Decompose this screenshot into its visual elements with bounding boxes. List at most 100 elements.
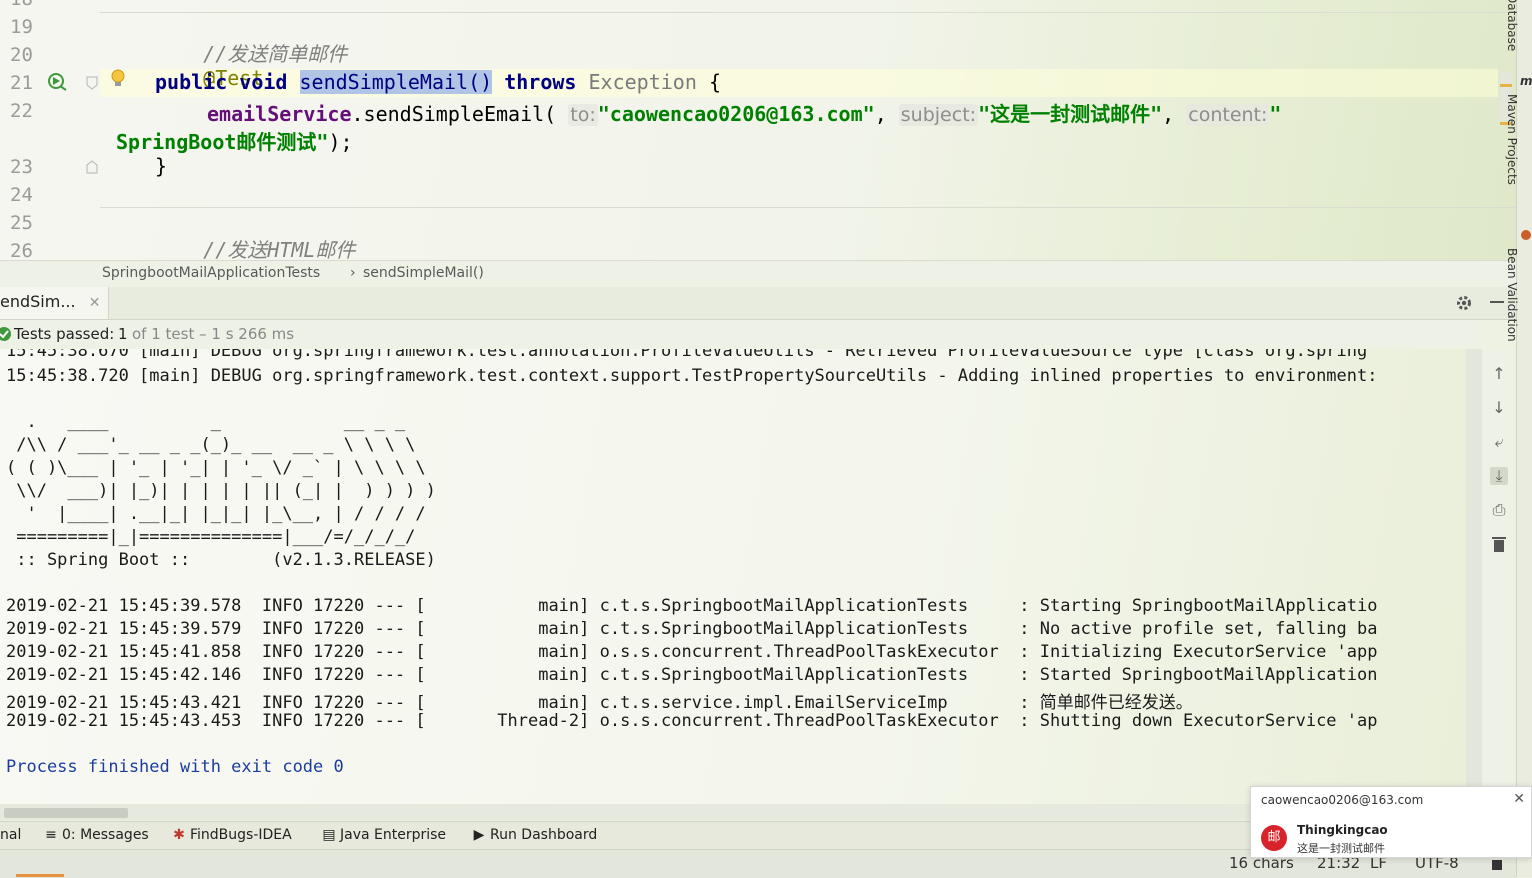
run-test-icon[interactable]: [47, 72, 69, 94]
maven-icon: m: [1520, 74, 1532, 88]
trash-icon[interactable]: [1490, 535, 1508, 553]
console-line: 2019-02-21 15:45:43.453 INFO 17220 --- […: [6, 711, 1378, 731]
code-line-23: }: [155, 154, 167, 178]
code-call: .sendSimpleEmail(: [351, 102, 557, 126]
code-call-end: );: [328, 130, 353, 154]
console-line: 2019-02-21 15:45:43.421 INFO 17220 --- […: [6, 693, 1193, 713]
breadcrumb: SpringbootMailApplicationTests › sendSim…: [0, 260, 1532, 287]
scrollbar-thumb[interactable]: [4, 808, 128, 818]
line-number: 18: [10, 0, 40, 10]
line-number: 21: [10, 72, 33, 94]
code-string: ": [1269, 102, 1282, 126]
java-enterprise-icon: ▤: [322, 827, 336, 843]
param-hint: subject:: [898, 104, 979, 126]
tab-terminal[interactable]: nal: [0, 827, 21, 843]
play-icon: ▶: [473, 827, 485, 843]
minimize-icon[interactable]: [1490, 301, 1504, 303]
console-line: 2019-02-21 15:45:39.578 INFO 17220 --- […: [6, 596, 1378, 616]
code-brace: {: [708, 70, 721, 94]
up-arrow-icon[interactable]: ↑: [1490, 365, 1508, 383]
console-toolbar: ↑ ↓ ⤶ ⤓ ⎙: [1482, 349, 1516, 804]
code-string: "这是一封测试邮件": [978, 102, 1163, 126]
bean-validation-panel-tab[interactable]: Bean Validation: [1505, 248, 1519, 342]
gear-icon[interactable]: [1455, 294, 1473, 312]
param-hint: content:: [1186, 104, 1270, 126]
notification-sender: Thingkingcao: [1297, 823, 1388, 837]
bug-icon: ✱: [173, 827, 185, 843]
tab-findbugs-label: FindBugs-IDEA: [190, 827, 292, 843]
selected-method-name[interactable]: sendSimpleMail(): [299, 70, 493, 94]
breadcrumb-class[interactable]: SpringbootMailApplicationTests: [102, 265, 320, 281]
line-number: 25: [10, 212, 33, 234]
tab-java-enterprise-label: Java Enterprise: [340, 827, 447, 843]
fold-marker-icon[interactable]: [86, 76, 98, 90]
code-field: emailService: [207, 102, 352, 126]
method-separator: [100, 12, 1516, 13]
breadcrumb-separator: ›: [350, 265, 356, 281]
code-line-21: public void sendSimpleMail() throws Exce…: [155, 70, 721, 94]
run-panel-header: endSim... ✕: [0, 287, 1516, 320]
run-tab[interactable]: endSim... ✕: [0, 287, 110, 319]
param-hint: to:: [568, 104, 598, 126]
tests-detail: of 1 test – 1 s 266 ms: [132, 325, 295, 343]
code-keyword: public: [155, 70, 228, 94]
down-arrow-icon[interactable]: ↓: [1490, 399, 1508, 417]
email-notification[interactable]: caowencao0206@163.com ✕ 邮 Thingkingcao 这…: [1250, 786, 1532, 858]
code-comma: ,: [1162, 102, 1175, 126]
code-brace: }: [155, 154, 168, 178]
intention-bulb-icon[interactable]: [110, 68, 126, 90]
code-string: "caowencao0206@163.com": [597, 102, 875, 126]
console-line: 15:45:38.670 [main] DEBUG org.springfram…: [6, 349, 1368, 361]
soft-wrap-icon[interactable]: ⤶: [1490, 433, 1508, 451]
run-tab-label: endSim...: [0, 292, 76, 311]
console-scrollbar[interactable]: [1466, 349, 1482, 804]
line-number: 26: [10, 240, 33, 260]
line-number: 23: [10, 156, 33, 178]
close-icon[interactable]: ✕: [1513, 791, 1525, 807]
maven-panel-tab[interactable]: Maven Projects: [1505, 94, 1519, 185]
console-line: =========|_|==============|___/=/_/_/_/: [6, 527, 416, 547]
tests-passed-label: Tests passed:: [14, 325, 115, 343]
test-status-bar: Tests passed: 1 of 1 test – 1 s 266 ms: [0, 320, 1482, 348]
notification-email: caowencao0206@163.com: [1261, 793, 1424, 807]
tab-findbugs[interactable]: ✱ FindBugs-IDEA: [172, 827, 292, 843]
code-editor[interactable]: 18 19 20 21 22 23 24 25 26 //发送简单邮件 @Tes…: [0, 0, 1516, 260]
print-icon[interactable]: ⎙: [1490, 501, 1508, 519]
method-separator: [100, 207, 1516, 208]
scroll-to-end-icon[interactable]: ⤓: [1490, 467, 1508, 485]
console-line: . ____ _ __ _ _: [6, 412, 406, 432]
fold-marker-icon[interactable]: [86, 160, 98, 174]
console-line: \\/ ___)| |_)| | | | | || (_| | ) ) ) ): [6, 481, 436, 501]
console-line: ' |____| .__|_| |_|_| |_\__, | / / / /: [6, 504, 426, 524]
console-line: 2019-02-21 15:45:42.146 INFO 17220 --- […: [6, 665, 1378, 685]
check-icon: [0, 327, 11, 341]
code-line-22-wrap: SpringBoot邮件测试");: [116, 126, 353, 155]
tab-run-dashboard-label: Run Dashboard: [490, 827, 598, 843]
console-line: /\\ / ___'_ __ _ _(_)_ __ __ _ \ \ \ \: [6, 435, 416, 455]
tests-passed-count: 1: [118, 325, 128, 343]
line-number: 22: [10, 100, 33, 122]
code-line-22: emailService.sendSimpleEmail( to: "caowen…: [207, 98, 1281, 127]
console-exit-message: Process finished with exit code 0: [6, 757, 344, 777]
tab-java-enterprise[interactable]: ▤ Java Enterprise: [322, 827, 446, 843]
warning-stripe-mark[interactable]: [1500, 84, 1512, 87]
code-comma: ,: [874, 102, 887, 126]
console-line: :: Spring Boot :: (v2.1.3.RELEASE): [6, 550, 436, 570]
code-keyword: throws: [504, 70, 577, 94]
close-icon[interactable]: ✕: [89, 295, 101, 311]
tab-run-dashboard[interactable]: ▶ Run Dashboard: [472, 827, 598, 843]
code-line-26: @Test: [155, 238, 263, 260]
console-line: 2019-02-21 15:45:39.579 INFO 17220 --- […: [6, 619, 1378, 639]
breadcrumb-method[interactable]: sendSimpleMail(): [363, 265, 484, 281]
console-line: 15:45:38.720 [main] DEBUG org.springfram…: [6, 366, 1378, 386]
line-number: 20: [10, 44, 33, 66]
mail-app-icon: 邮: [1261, 825, 1287, 851]
lock-icon[interactable]: [1492, 860, 1502, 870]
bean-icon: [1521, 230, 1531, 240]
tab-messages-label: 0: Messages: [62, 827, 149, 843]
tab-messages[interactable]: ≡ 0: Messages: [44, 827, 149, 843]
console-output[interactable]: 15:45:38.670 [main] DEBUG org.springfram…: [0, 349, 1466, 804]
code-class: Exception: [588, 70, 697, 94]
database-panel-tab[interactable]: Database: [1505, 0, 1519, 51]
console-line: ( ( )\___ | '_ | '_| | '_ \/ _` | \ \ \ …: [6, 458, 426, 478]
